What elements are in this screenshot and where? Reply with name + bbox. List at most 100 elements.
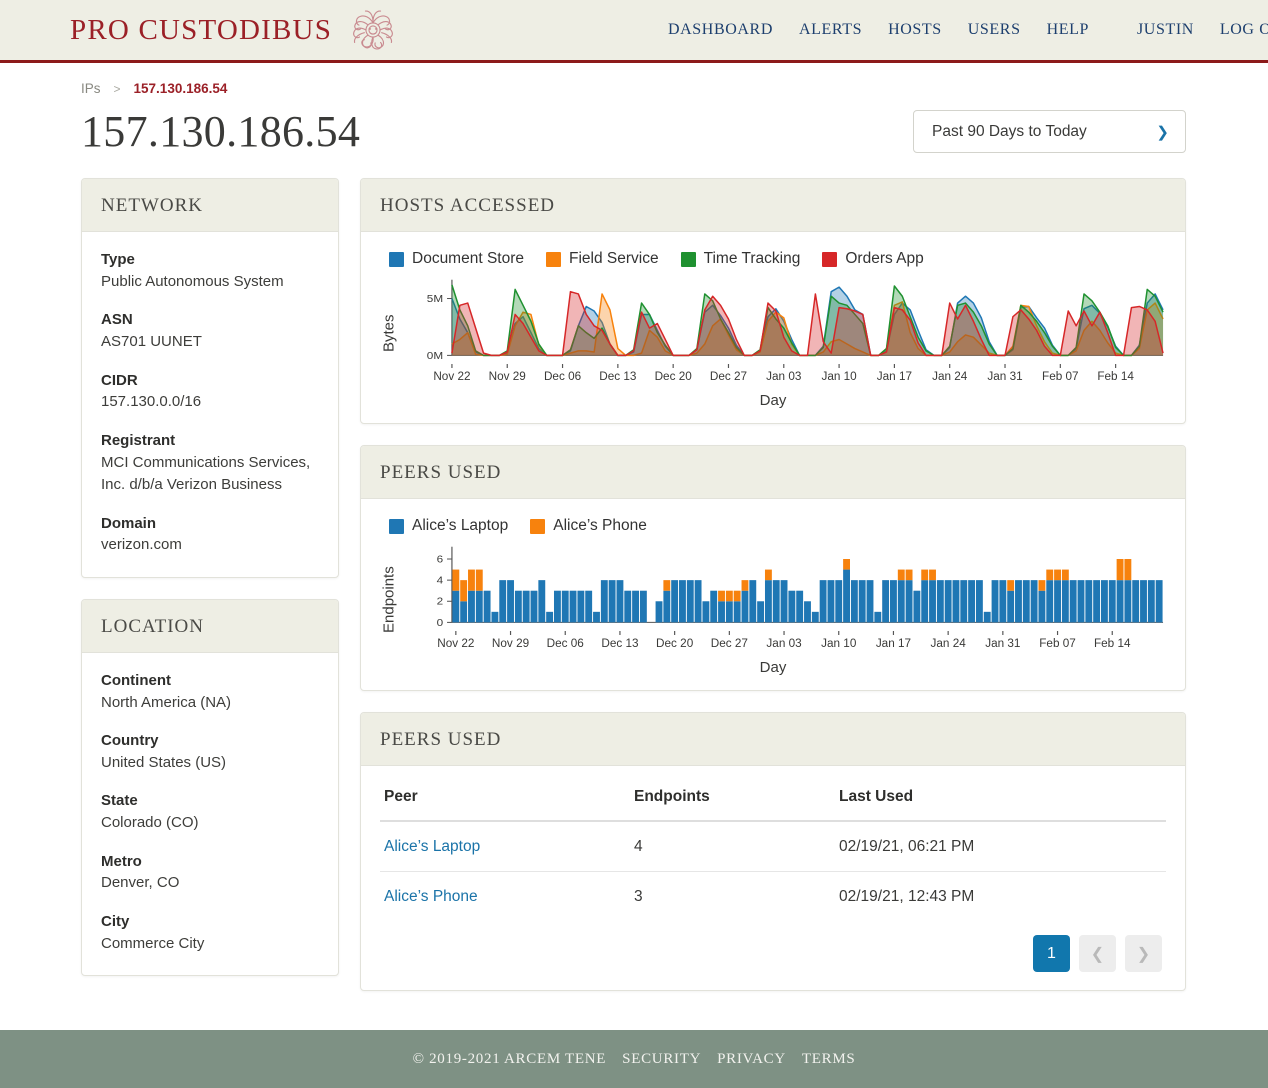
svg-text:Jan 31: Jan 31 [987, 369, 1023, 383]
network-value-cidr: 157.130.0.0/16 [101, 393, 202, 411]
nav-link-users[interactable]: USERS [955, 21, 1034, 39]
svg-text:Feb 14: Feb 14 [1094, 636, 1131, 650]
main-layout: NETWORK Type Public Autonomous System AS… [81, 178, 1186, 1012]
legend-item[interactable]: Document Store [389, 250, 524, 268]
svg-text:Nov 22: Nov 22 [433, 369, 470, 383]
peers-table-body: Alice’s Laptop 4 02/19/21, 06:21 PM Alic… [380, 821, 1166, 921]
nav-link-user-justin[interactable]: JUSTIN [1124, 21, 1207, 39]
peers-used-chart: 0 2 4 6 [437, 546, 1164, 629]
legend-item[interactable]: Orders App [822, 250, 924, 268]
svg-text:Nov 29: Nov 29 [489, 369, 527, 383]
legend-item[interactable]: Alice’s Laptop [389, 517, 508, 535]
svg-text:Dec 06: Dec 06 [544, 369, 582, 383]
footer-copyright: © 2019-2021 ARCEM TENE [412, 1050, 607, 1067]
cell-endpoints: 4 [630, 821, 835, 872]
network-value-asn: AS701 UUNET [101, 333, 202, 350]
cell-peer: Alice’s Laptop [380, 821, 630, 872]
legend-swatch-icon [389, 251, 404, 267]
legend-swatch-icon [389, 518, 404, 534]
peers-table-head: Peer Endpoints Last Used [380, 780, 1166, 822]
footer-link-terms[interactable]: TERMS [802, 1051, 856, 1068]
chevron-left-icon[interactable]: ❮ [1079, 935, 1116, 972]
page-title-row: 157.130.186.54 Past 90 Days to Today ❯ [81, 106, 1186, 157]
network-value-domain: verizon.com [101, 536, 182, 554]
page-title: 157.130.186.54 [81, 107, 361, 156]
chevron-down-icon: ❯ [1156, 123, 1169, 141]
peers-used-table-body: Peer Endpoints Last Used Alice’s Laptop … [361, 766, 1185, 990]
breadcrumb-separator: > [113, 81, 121, 96]
legend-label: Document Store [412, 250, 524, 267]
cell-peer: Alice’s Phone [380, 872, 630, 922]
footer-link-privacy[interactable]: PRIVACY [717, 1051, 786, 1068]
legend-item[interactable]: Alice’s Phone [530, 517, 647, 535]
hosts-accessed-card-header: HOSTS ACCESSED [361, 179, 1185, 232]
table-row: Alice’s Laptop 4 02/19/21, 06:21 PM [380, 821, 1166, 872]
location-term-metro: Metro [101, 852, 142, 870]
breadcrumb: IPs > 157.130.186.54 [81, 81, 1268, 96]
brand-logo-area[interactable]: PRO CUSTODIBUS [70, 3, 400, 57]
peer-link[interactable]: Alice’s Laptop [384, 838, 480, 855]
medusa-head-icon [353, 10, 393, 50]
legend-item[interactable]: Time Tracking [680, 250, 800, 268]
network-term-type: Type [101, 251, 135, 268]
footer-link-security[interactable]: SECURITY [622, 1051, 701, 1068]
peers-used-chart-body: Alice’s Laptop Alice’s Phone Endpoints 0 2… [361, 499, 1185, 690]
column-header-last-used: Last Used [835, 780, 1166, 822]
hosts-accessed-card-body: Document Store Field Service Time Tracking… [361, 232, 1185, 423]
nav-link-help[interactable]: HELP [1034, 21, 1102, 39]
location-value-metro: Denver, CO [101, 874, 180, 892]
legend-label: Alice’s Laptop [412, 517, 509, 534]
nav-link-logout[interactable]: LOG OUT [1207, 21, 1268, 39]
chevron-right-icon[interactable]: ❯ [1125, 935, 1162, 972]
content-column: HOSTS ACCESSED Document Store Field Servi… [360, 178, 1186, 1012]
location-card: LOCATION Continent North America (NA) Co… [81, 598, 339, 976]
nav-link-alerts[interactable]: ALERTS [786, 21, 875, 39]
svg-text:Dec 27: Dec 27 [711, 636, 748, 650]
legend-label: Field Service [569, 250, 659, 267]
svg-text:Dec 20: Dec 20 [656, 636, 694, 650]
breadcrumb-current: 157.130.186.54 [133, 81, 228, 96]
brand-name: PRO CUSTODIBUS [70, 13, 333, 46]
legend-swatch-icon [680, 251, 696, 267]
svg-text:Dec 06: Dec 06 [547, 636, 585, 650]
svg-text:Dec 27: Dec 27 [710, 369, 747, 383]
cell-endpoints: 3 [634, 888, 643, 905]
peers-used-legend: Alice’s Laptop Alice’s Phone [375, 513, 1171, 541]
location-term-country: Country [101, 732, 159, 749]
location-value-continent: North America (NA) [101, 693, 232, 711]
svg-text:Jan 03: Jan 03 [766, 369, 802, 383]
peers-table-header-row: Peer Endpoints Last Used [380, 780, 1166, 822]
location-value-city: Commerce City [101, 934, 205, 952]
svg-text:Jan 10: Jan 10 [821, 369, 857, 383]
svg-text:5M: 5M [427, 294, 443, 305]
peers-used-chart-title: PEERS USED [380, 462, 502, 483]
network-card-title: NETWORK [101, 195, 203, 216]
legend-swatch-icon [822, 251, 838, 267]
peer-link[interactable]: Alice’s Phone [384, 888, 478, 905]
hosts-accessed-plot-column: 0M 5M Nov 22 Nov 29 Dec 06 Dec 13 Dec 20 Dec 2… [401, 278, 1165, 388]
svg-text:2: 2 [437, 596, 444, 607]
breadcrumb-link-ips[interactable]: IPs [81, 81, 101, 96]
date-range-select[interactable]: Past 90 Days to Today ❯ [913, 110, 1186, 153]
peers-used-chart-header: PEERS USED [361, 446, 1185, 499]
network-term-asn: ASN [101, 311, 133, 329]
nav-link-dashboard[interactable]: DASHBOARD [655, 21, 786, 39]
hosts-accessed-y-axis-label: Bytes [380, 314, 398, 352]
location-term-continent: Continent [101, 671, 171, 689]
pagination-page-1[interactable]: 1 [1033, 935, 1070, 972]
legend-item[interactable]: Field Service [546, 250, 659, 268]
network-term-domain: Domain [101, 514, 157, 532]
main-navigation: DASHBOARD ALERTS HOSTS USERS HELP JUSTIN… [655, 0, 1268, 60]
svg-text:6: 6 [437, 554, 444, 565]
svg-text:Feb 07: Feb 07 [1039, 636, 1076, 650]
svg-text:Feb 14: Feb 14 [1097, 369, 1134, 383]
page-footer: © 2019-2021 ARCEM TENE SECURITY PRIVACY … [0, 1030, 1268, 1088]
location-value-state: Colorado (CO) [101, 814, 199, 831]
date-range-value: Past 90 Days to Today [932, 122, 1087, 140]
svg-text:Dec 13: Dec 13 [601, 636, 639, 650]
legend-label: Orders App [845, 250, 924, 267]
hosts-accessed-legend: Document Store Field Service Time Tracking… [375, 246, 1171, 274]
nav-link-hosts[interactable]: HOSTS [875, 21, 955, 39]
location-card-body: Continent North America (NA) Country Uni… [82, 653, 338, 975]
pagination: 1 ❮ ❯ [380, 921, 1166, 980]
